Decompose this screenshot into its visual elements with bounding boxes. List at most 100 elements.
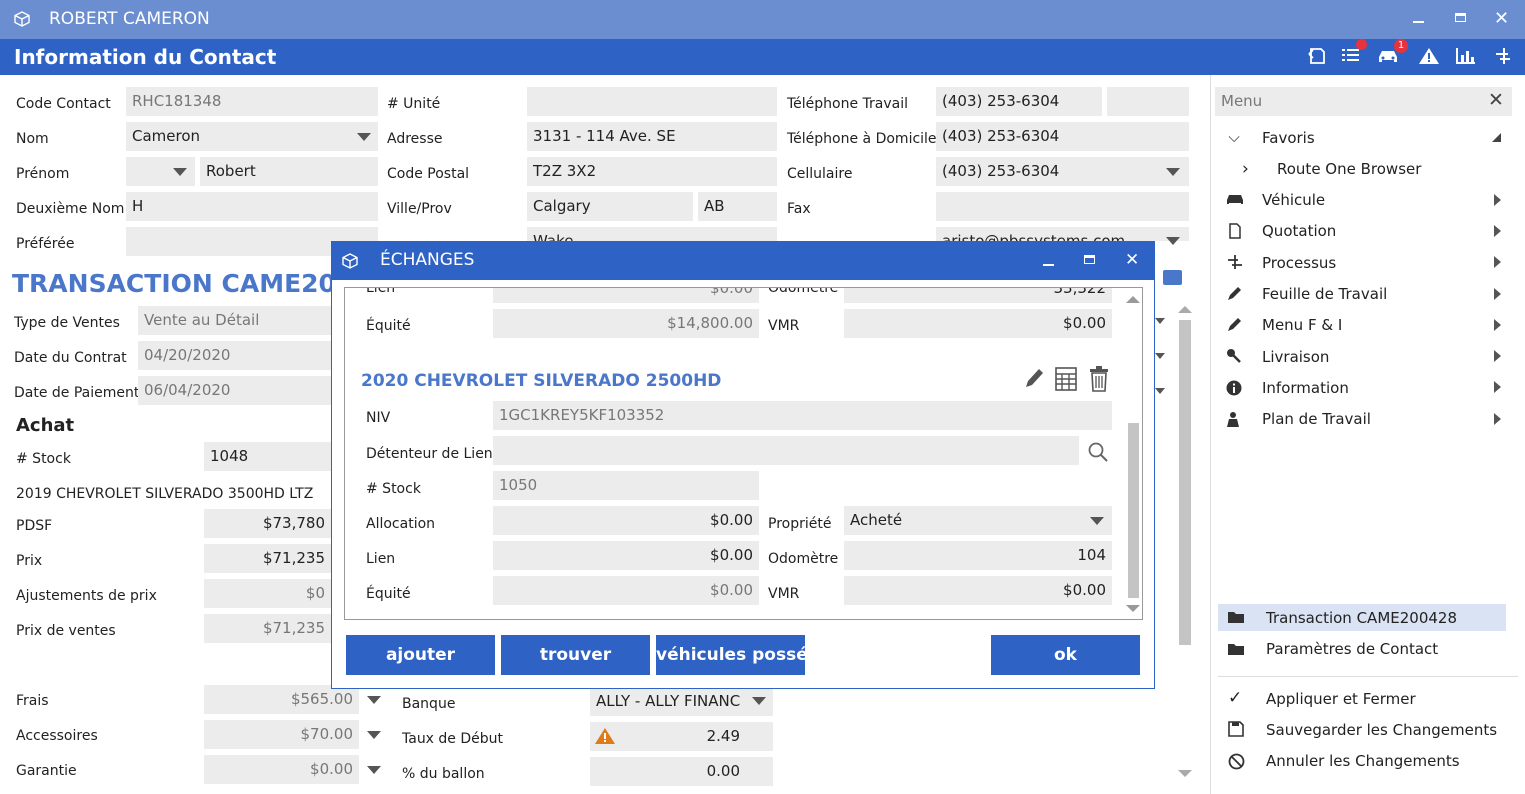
scroll-down-icon[interactable] [1178,770,1192,777]
allocation-field[interactable]: $0.00 [493,506,759,535]
tel-domicile-field[interactable]: (403) 253-6304 [936,122,1189,151]
vmr-label: VMR [768,586,800,602]
menu-item-information[interactable]: Information [1262,379,1349,397]
pencil-icon[interactable] [1023,366,1045,394]
lien-field[interactable]: $0.00 [493,288,759,303]
menu-item-feuille[interactable]: Feuille de Travail [1262,285,1387,303]
ajouter-button[interactable]: ajouter [346,635,495,675]
action-annuler[interactable]: Annuler les Changements [1266,752,1460,770]
ville-field[interactable]: Calgary [527,192,693,221]
stock-field[interactable]: 1050 [493,471,759,500]
adresse-field[interactable]: 3131 - 114 Ave. SE [527,122,777,151]
menu-item-fi[interactable]: Menu F & I [1262,316,1342,334]
tel-travail-field[interactable]: (403) 253-6304 [936,87,1102,116]
trade-vehicle-title: 2020 CHEVROLET SILVERADO 2500HD [361,371,722,391]
main-scrollbar[interactable] [1179,320,1191,645]
recent-transaction[interactable]: Transaction CAME200428 [1266,609,1457,627]
ok-button[interactable]: ok [991,635,1140,675]
prix-ventes-field[interactable]: $71,235 [204,614,331,643]
prix-field[interactable]: $71,235 [204,544,331,573]
pdsf-field[interactable]: $73,780 [204,509,331,538]
unite-field[interactable] [527,87,777,116]
vmr-field[interactable]: $0.00 [844,309,1112,338]
prix-label: Prix [16,553,43,569]
scroll-up-icon[interactable] [1178,306,1192,313]
type-ventes-select[interactable]: Vente au Détail [138,306,331,335]
nom-select[interactable]: Cameron [126,122,378,151]
email-field[interactable]: aristo@pbssystems.com [936,227,1189,241]
menu-search-field[interactable]: Menu [1215,87,1512,116]
process-icon[interactable] [1492,45,1514,71]
action-appliquer[interactable]: Appliquer et Fermer [1266,690,1416,708]
maximize-icon[interactable] [1084,255,1095,264]
frais-field[interactable]: $565.00 [204,685,359,714]
menu-item-plan[interactable]: Plan de Travail [1262,410,1371,428]
postal-field[interactable]: T2Z 3X2 [527,157,777,186]
scroll-down-icon[interactable] [1126,605,1140,612]
notification-dot [1356,39,1367,50]
code-contact-field[interactable]: RHC181348 [126,87,378,116]
lien-field[interactable]: $0.00 [493,541,759,570]
odometre-field[interactable]: 104 [844,541,1112,570]
equite-field[interactable]: $0.00 [493,576,759,605]
recent-parametres[interactable]: Paramètres de Contact [1266,640,1438,658]
propriete-select[interactable]: Acheté [844,506,1112,535]
menu-item-vehicule[interactable]: Véhicule [1262,191,1325,209]
comment-icon[interactable] [1163,270,1182,285]
chevron-down-icon [1166,168,1180,176]
vehicules-possedes-button[interactable]: véhicules posséd [656,635,805,675]
fax-field[interactable] [936,192,1189,221]
action-sauvegarder[interactable]: Sauvegarder les Changements [1266,721,1497,739]
trash-icon[interactable] [1088,366,1110,396]
comte-field[interactable]: Wake [527,227,777,241]
menu-favoris[interactable]: Favoris [1262,129,1315,147]
scroll-up-icon[interactable] [1126,296,1140,303]
vmr-field[interactable]: $0.00 [844,576,1112,605]
taux-field[interactable]: 2.49 [590,722,773,751]
menu-item-livraison[interactable]: Livraison [1262,348,1329,366]
chevron-down-icon[interactable] [367,731,381,739]
chevron-down-icon[interactable] [367,696,381,704]
menu-item-quotation[interactable]: Quotation [1262,222,1336,240]
chevron-down-icon [752,697,766,705]
minimize-icon[interactable] [1413,21,1424,23]
menu-item-processus[interactable]: Processus [1262,254,1336,272]
deuxieme-field[interactable]: H [126,192,378,221]
echanges-dialog: ÉCHANGES ✕ Lien $0.00 Odomètre 33,322 Éq… [331,241,1155,689]
close-icon[interactable]: ✕ [1125,250,1139,270]
ballon-field[interactable]: 0.00 [590,757,773,786]
banque-select[interactable]: ALLY - ALLY FINANC [590,687,773,716]
close-icon[interactable]: ✕ [1488,89,1504,111]
garantie-field[interactable]: $0.00 [204,755,359,784]
chevron-down-icon: ⌵ [1228,128,1240,146]
warning-icon[interactable] [1418,46,1440,70]
reset-icon[interactable] [1306,45,1328,71]
chart-icon[interactable] [1455,46,1477,70]
calculator-icon[interactable] [1055,367,1077,395]
equite-field[interactable]: $14,800.00 [493,309,759,338]
date-paiement-field[interactable]: 06/04/2020 [138,376,331,405]
prenom-field[interactable]: Robert [200,157,378,186]
cellulaire-select[interactable]: (403) 253-6304 [936,157,1189,186]
prov-field[interactable]: AB [698,192,777,221]
maximize-icon[interactable] [1455,13,1466,22]
date-contrat-field[interactable]: 04/20/2020 [138,341,331,370]
dialog-scrollbar[interactable] [1128,423,1139,598]
chevron-down-icon [1155,353,1165,359]
chevron-down-icon[interactable] [367,766,381,774]
close-icon[interactable]: ✕ [1494,8,1509,29]
niv-field[interactable]: 1GC1KREY5KF103352 [493,401,1112,430]
stock-field[interactable]: 1048 [204,442,331,471]
trouver-button[interactable]: trouver [501,635,650,675]
detenteur-field[interactable] [493,436,1079,465]
search-icon[interactable] [1087,441,1109,467]
accessoires-field[interactable]: $70.00 [204,720,359,749]
tel-extension-field[interactable] [1107,87,1189,116]
ajustements-field[interactable]: $0 [204,579,331,608]
odometre-field[interactable]: 33,322 [844,288,1112,303]
person-icon [1226,411,1242,431]
minimize-icon[interactable] [1043,264,1054,266]
banque-label: Banque [402,696,456,712]
collapse-icon[interactable] [1492,133,1501,142]
menu-route-one[interactable]: Route One Browser [1277,160,1421,178]
